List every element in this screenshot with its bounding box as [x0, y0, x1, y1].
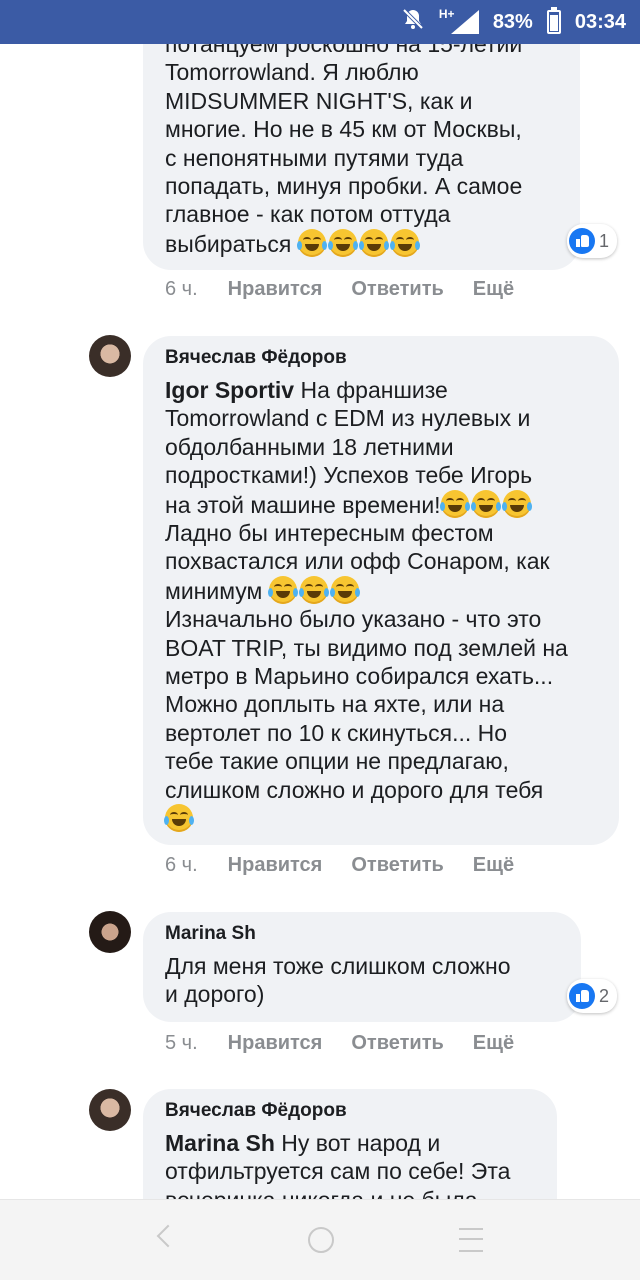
- comment-time: 6 ч.: [165, 853, 198, 876]
- comment-bubble[interactable]: Вячеслав Фёдоров Marina Sh Ну вот народ …: [143, 1089, 557, 1200]
- reply-button[interactable]: Ответить: [351, 278, 443, 301]
- home-icon[interactable]: [308, 1227, 334, 1253]
- comment-actions: 5 ч. Нравится Ответить Ещё: [165, 1030, 543, 1056]
- comments-feed[interactable]: потанцуем роскошно на 15-летии Tomorrowl…: [0, 0, 640, 1200]
- comment-bubble[interactable]: Marina Sh Для меня тоже слишком сложно и…: [143, 912, 581, 1022]
- laughing-emoji-icon: [389, 228, 420, 257]
- more-button[interactable]: Ещё: [473, 854, 514, 877]
- like-button[interactable]: Нравится: [228, 278, 323, 301]
- reaction-count-number: 2: [599, 985, 610, 1006]
- like-button[interactable]: Нравится: [228, 1032, 323, 1055]
- more-button[interactable]: Ещё: [473, 1032, 514, 1055]
- reaction-count-number: 1: [599, 230, 610, 251]
- mention-link[interactable]: Marina Sh: [165, 1130, 275, 1156]
- avatar[interactable]: [89, 911, 131, 953]
- comment-bubble[interactable]: потанцуем роскошно на 15-летии Tomorrowl…: [143, 6, 580, 270]
- laughing-emoji-icon: [298, 575, 329, 604]
- comment-text: Igor Sportiv На франшизе Tomorrowland с …: [164, 376, 597, 834]
- comment-actions: 6 ч. Нравится Ответить Ещё: [165, 852, 543, 878]
- reaction-count[interactable]: 2: [567, 979, 618, 1013]
- back-icon[interactable]: [156, 1224, 180, 1248]
- comment-time: 6 ч.: [165, 277, 198, 300]
- navigation-bar: [0, 1199, 640, 1280]
- recents-icon[interactable]: [459, 1228, 483, 1252]
- laughing-emoji-icon: [358, 228, 389, 257]
- like-icon: [569, 228, 595, 254]
- comment-author[interactable]: Marina Sh: [165, 922, 559, 946]
- laughing-emoji-icon: [267, 575, 298, 604]
- status-bar: H+ 83% 03:34: [0, 0, 640, 44]
- reply-button[interactable]: Ответить: [351, 854, 443, 877]
- comment-text: потанцуем роскошно на 15-летии Tomorrowl…: [165, 31, 523, 257]
- laughing-emoji-icon: [296, 228, 327, 257]
- like-button[interactable]: Нравится: [228, 854, 323, 877]
- laughing-emoji-icon: [327, 228, 358, 257]
- comment-text: Marina Sh Ну вот народ и отфильтруется с…: [165, 1130, 511, 1200]
- laughing-emoji-icon: [470, 489, 501, 518]
- avatar[interactable]: [89, 1089, 131, 1131]
- comment-time: 5 ч.: [165, 1031, 198, 1054]
- laughing-emoji-icon: [439, 489, 470, 518]
- more-button[interactable]: Ещё: [473, 278, 514, 301]
- reply-button[interactable]: Ответить: [351, 1032, 443, 1055]
- laughing-emoji-icon: [329, 575, 360, 604]
- notifications-off-icon: [401, 7, 425, 37]
- comment-author[interactable]: Вячеслав Фёдоров: [165, 346, 597, 370]
- avatar[interactable]: [89, 335, 131, 377]
- battery-percent: 83%: [492, 10, 533, 33]
- like-icon: [569, 983, 595, 1009]
- battery-icon: [546, 7, 561, 34]
- laughing-emoji-icon: [501, 489, 532, 518]
- comment-bubble[interactable]: Вячеслав Фёдоров Igor Sportiv На франшиз…: [143, 336, 619, 845]
- comment-actions: 6 ч. Нравится Ответить Ещё: [165, 276, 543, 302]
- laughing-emoji-icon: [164, 804, 194, 833]
- mention-link[interactable]: Igor Sportiv: [165, 377, 294, 403]
- comment-author[interactable]: Вячеслав Фёдоров: [165, 1099, 535, 1123]
- clock: 03:34: [574, 10, 626, 33]
- signal-icon: H+: [439, 7, 479, 35]
- reaction-count[interactable]: 1: [567, 224, 618, 258]
- comment-text: Для меня тоже слишком сложно и дорого): [165, 953, 511, 1008]
